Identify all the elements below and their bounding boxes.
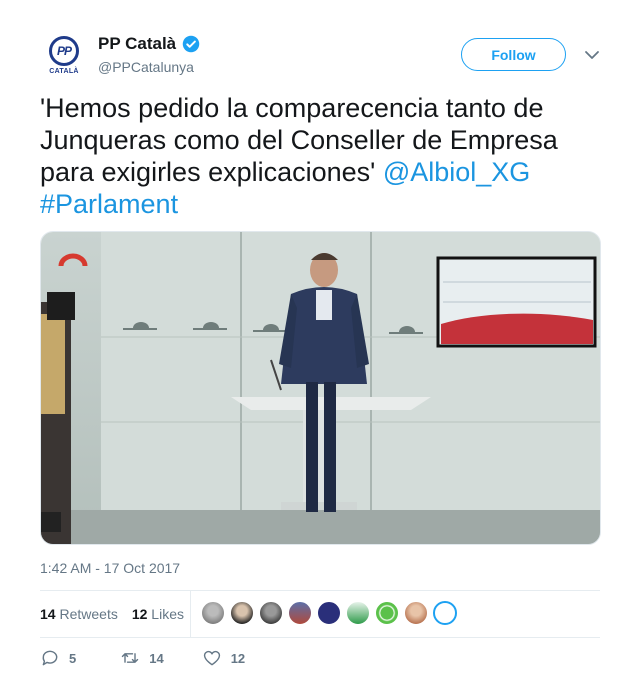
retweet-icon [122,653,139,663]
likes-label: Likes [151,606,184,622]
press-conference-photo [41,232,600,544]
tweet-actions: 5 14 12 [40,648,275,668]
tweet-media[interactable] [40,231,601,545]
avatar-caption: CATALÀ [49,67,79,75]
verified-badge-icon [182,35,200,53]
likes-stat[interactable]: 12 Likes [132,606,184,622]
liker-avatar[interactable] [346,601,370,625]
stats-divider [190,591,191,637]
tweet-stats: 14 Retweets 12 Likes [40,591,190,637]
liker-avatar[interactable] [375,601,399,625]
display-name[interactable]: PP Català [98,34,176,54]
like-count: 12 [230,650,246,666]
hashtag-link[interactable]: #Parlament [40,189,178,219]
retweet-count: 14 [149,650,164,666]
retweets-count: 14 [40,606,56,622]
liker-avatar[interactable] [230,601,254,625]
retweets-label: Retweets [59,606,118,622]
follow-button[interactable]: Follow [461,38,566,71]
display-name-row[interactable]: PP Català [98,34,200,54]
avatar[interactable]: PP CATALÀ [40,31,88,79]
reply-icon [42,650,58,666]
liker-avatar[interactable] [433,601,457,625]
chevron-down-icon[interactable] [583,48,601,62]
like-action[interactable]: 12 [202,648,245,668]
liker-avatar[interactable] [288,601,312,625]
liker-avatars [201,601,457,625]
liker-avatar[interactable] [259,601,283,625]
avatar-text: PP [56,43,72,58]
mention-link[interactable]: @Albiol_XG [383,157,530,187]
retweets-stat[interactable]: 14 Retweets [40,606,118,622]
liker-avatar[interactable] [317,601,341,625]
tweet-timestamp[interactable]: 1:42 AM - 17 Oct 2017 [40,560,180,576]
liker-avatar[interactable] [201,601,225,625]
tweet-text: 'Hemos pedido la comparecencia tanto de … [40,92,600,220]
handle[interactable]: @PPCatalunya [98,59,194,75]
retweet-action[interactable]: 14 [120,648,164,668]
reply-action[interactable]: 5 [40,648,76,668]
liker-avatar[interactable] [404,601,428,625]
likes-count: 12 [131,606,148,622]
divider [40,637,600,638]
reply-count: 5 [69,650,77,666]
heart-icon [203,650,220,666]
pp-logo: PP [49,35,79,66]
